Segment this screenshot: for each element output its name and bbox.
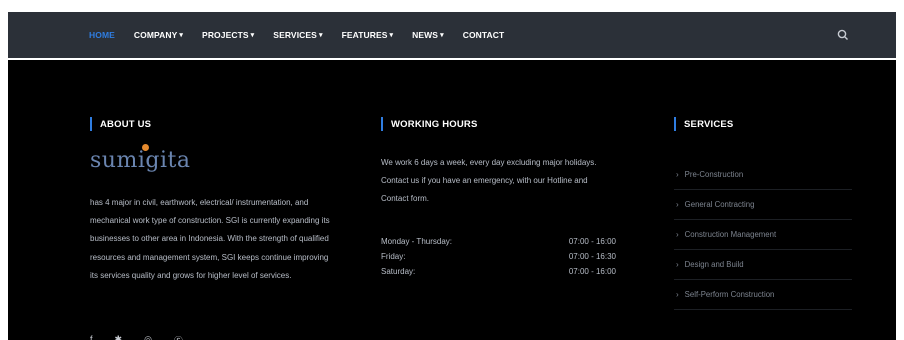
nav-item-label: PROJECTS bbox=[202, 30, 249, 40]
chevron-right-icon: › bbox=[676, 200, 679, 209]
chevron-right-icon: › bbox=[676, 170, 679, 179]
service-link-general-contracting[interactable]: › General Contracting bbox=[674, 190, 852, 220]
logo-text: sumigita bbox=[90, 148, 191, 173]
about-us-text: has 4 major in civil, earthwork, electri… bbox=[90, 198, 330, 280]
nav-item-features[interactable]: FEATURES ▾ bbox=[342, 30, 394, 40]
hours-time: 07:00 - 16:00 bbox=[568, 267, 616, 276]
instagram-icon[interactable]: ◎ bbox=[144, 334, 152, 340]
company-logo[interactable]: sumigita bbox=[90, 144, 191, 173]
chevron-right-icon: › bbox=[676, 230, 679, 239]
nav-item-company[interactable]: COMPANY ▾ bbox=[134, 30, 183, 40]
working-hours-table: Monday - Thursday: 07:00 - 16:00 Friday:… bbox=[381, 234, 616, 279]
service-label: Design and Build bbox=[684, 260, 744, 269]
about-us-title: ABOUT US bbox=[100, 118, 152, 130]
about-us-heading: ABOUT US bbox=[90, 117, 151, 131]
nav-item-label: HOME bbox=[89, 30, 115, 40]
top-navigation-bar: HOME COMPANY ▾ PROJECTS ▾ SERVICES ▾ FEA… bbox=[8, 12, 896, 60]
service-label: Construction Management bbox=[684, 230, 777, 239]
skype-icon[interactable]: Ⓢ bbox=[174, 334, 183, 340]
service-link-pre-construction[interactable]: › Pre-Construction bbox=[674, 160, 852, 190]
service-link-self-perform-construction[interactable]: › Self-Perform Construction bbox=[674, 280, 852, 310]
nav-item-home[interactable]: HOME bbox=[89, 30, 115, 40]
service-link-construction-management[interactable]: › Construction Management bbox=[674, 220, 852, 250]
services-list: › Pre-Construction › General Contracting… bbox=[674, 160, 852, 310]
services-title: SERVICES bbox=[684, 118, 734, 130]
services-heading: SERVICES bbox=[674, 117, 733, 131]
nav-item-label: CONTACT bbox=[462, 30, 505, 40]
hours-time: 07:00 - 16:30 bbox=[568, 252, 616, 261]
heading-accent-bar bbox=[674, 117, 676, 131]
hours-day: Saturday: bbox=[381, 267, 416, 276]
chevron-down-icon: ▾ bbox=[389, 32, 394, 39]
nav-item-label: SERVICES bbox=[273, 30, 317, 40]
service-label: Self-Perform Construction bbox=[684, 290, 775, 299]
nav-item-contact[interactable]: CONTACT bbox=[463, 30, 505, 40]
chevron-right-icon: › bbox=[676, 290, 679, 299]
service-label: Pre-Construction bbox=[684, 170, 744, 179]
chevron-down-icon: ▾ bbox=[179, 32, 184, 39]
nav-menu: HOME COMPANY ▾ PROJECTS ▾ SERVICES ▾ FEA… bbox=[89, 12, 523, 58]
heading-accent-bar bbox=[381, 117, 383, 131]
chevron-down-icon: ▾ bbox=[440, 32, 444, 39]
service-link-design-and-build[interactable]: › Design and Build bbox=[674, 250, 852, 280]
logo-dot bbox=[142, 144, 149, 151]
hours-row: Monday - Thursday: 07:00 - 16:00 bbox=[381, 234, 616, 249]
service-label: General Contracting bbox=[684, 200, 755, 209]
chevron-down-icon: ▾ bbox=[318, 32, 323, 39]
social-links: f ✱ ◎ Ⓢ bbox=[90, 334, 205, 340]
nav-item-projects[interactable]: PROJECTS ▾ bbox=[202, 30, 254, 40]
hours-time: 07:00 - 16:00 bbox=[568, 237, 616, 246]
heading-accent-bar bbox=[90, 117, 92, 131]
hours-day: Friday: bbox=[381, 252, 406, 261]
nav-item-label: NEWS bbox=[412, 30, 439, 40]
working-hours-intro: We work 6 days a week, every day excludi… bbox=[381, 158, 597, 204]
working-hours-title: WORKING HOURS bbox=[391, 118, 478, 130]
search-icon[interactable] bbox=[836, 28, 850, 42]
twitter-icon[interactable]: ✱ bbox=[115, 334, 123, 340]
hours-day: Monday - Thursday: bbox=[381, 237, 452, 246]
hours-row: Friday: 07:00 - 16:30 bbox=[381, 249, 616, 264]
chevron-down-icon: ▾ bbox=[250, 32, 255, 39]
facebook-icon[interactable]: f bbox=[90, 334, 93, 340]
hours-row: Saturday: 07:00 - 16:00 bbox=[381, 264, 616, 279]
nav-item-label: COMPANY bbox=[133, 30, 178, 40]
working-hours-heading: WORKING HOURS bbox=[381, 117, 478, 131]
nav-item-services[interactable]: SERVICES ▾ bbox=[273, 30, 322, 40]
nav-item-label: FEATURES bbox=[341, 30, 388, 40]
chevron-right-icon: › bbox=[676, 260, 679, 269]
nav-item-news[interactable]: NEWS ▾ bbox=[412, 30, 444, 40]
page-frame: HOME COMPANY ▾ PROJECTS ▾ SERVICES ▾ FEA… bbox=[8, 12, 896, 340]
